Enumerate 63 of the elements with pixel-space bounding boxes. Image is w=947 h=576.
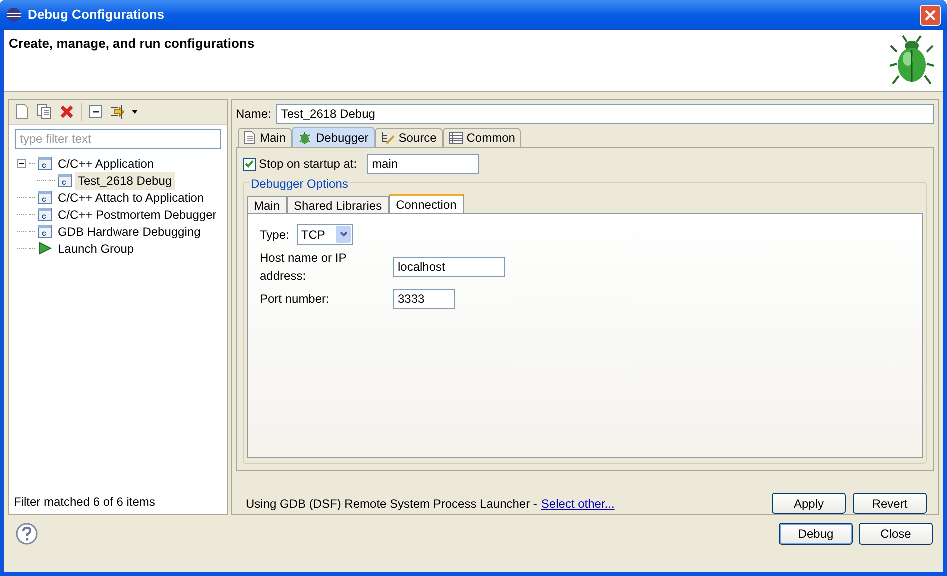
field-label: Type:: [260, 226, 290, 244]
field-label: Host name or IP address:: [260, 250, 348, 285]
window-title: Debug Configurations: [28, 6, 166, 24]
new-button[interactable]: [15, 104, 31, 120]
name-label: Name:: [236, 106, 272, 123]
tab[interactable]: Debugger: [292, 127, 375, 147]
filter-field[interactable]: type filter text: [15, 129, 221, 149]
select-other-link[interactable]: Select other...: [541, 494, 615, 512]
panel-button[interactable]: Apply: [772, 493, 846, 514]
type-dropdown[interactable]: TCP: [297, 224, 354, 245]
filter-button[interactable]: [110, 104, 126, 120]
duplicate-icon: [37, 104, 53, 120]
play-icon: [38, 242, 52, 255]
collapse-button[interactable]: [88, 104, 104, 120]
tree-item[interactable]: Test_2618 Debug: [75, 172, 176, 190]
filter-icon: [110, 104, 126, 120]
collapse-icon: [88, 104, 104, 120]
tab[interactable]: Source: [374, 128, 443, 147]
launcher-text: Using GDB (DSF) Remote System Process Launcher -: [246, 496, 538, 512]
c-file-icon: c: [38, 191, 52, 204]
name-field[interactable]: Test_2618 Debug: [276, 104, 934, 124]
dialog-button[interactable]: Debug: [779, 523, 853, 545]
field-label: Port number:: [260, 291, 330, 308]
port-field[interactable]: 3333: [393, 289, 455, 309]
table-icon: [448, 132, 463, 144]
help-icon: [16, 523, 38, 545]
check-icon: [245, 160, 254, 168]
tree-item[interactable]: C/C++ Application: [55, 154, 158, 172]
host-field[interactable]: localhost: [393, 257, 505, 277]
tab[interactable]: Shared Libraries: [287, 196, 390, 213]
dropdown-button[interactable]: [132, 110, 138, 114]
c-file-icon: c: [38, 225, 52, 238]
minus-icon: [19, 161, 24, 166]
source-icon: [380, 131, 395, 145]
tab[interactable]: Main: [247, 196, 288, 213]
delete-icon: [59, 104, 75, 120]
stop-on-startup-checkbox[interactable]: Stop on startup at:: [243, 155, 358, 173]
tab[interactable]: Connection: [389, 194, 464, 213]
bug-icon: [298, 130, 312, 144]
close-icon: [925, 10, 936, 20]
app-icon: [6, 7, 22, 23]
c-file-icon: c: [38, 208, 52, 221]
c-file-icon: c: [58, 174, 72, 187]
collapse-toggle[interactable]: [17, 159, 26, 168]
delete-button[interactable]: [59, 104, 75, 120]
c-file-icon: c: [38, 157, 52, 170]
tab[interactable]: Common: [442, 128, 522, 147]
filter-status: Filter matched 6 of 6 items: [13, 494, 156, 511]
document-icon: [244, 131, 256, 145]
close-button[interactable]: [920, 4, 941, 26]
duplicate-button[interactable]: [37, 104, 53, 120]
tree-item[interactable]: C/C++ Postmortem Debugger: [55, 206, 220, 224]
panel-button[interactable]: Revert: [853, 493, 927, 514]
startup-field[interactable]: main: [367, 154, 480, 174]
header-title: Create, manage, and run configurations: [9, 35, 255, 53]
tab[interactable]: Main: [238, 128, 292, 147]
new-icon: [15, 104, 31, 120]
dialog-button[interactable]: Close: [859, 523, 933, 545]
caret-icon: [132, 110, 138, 114]
tree-item[interactable]: Launch Group: [55, 240, 138, 258]
tree-item[interactable]: GDB Hardware Debugging: [55, 222, 204, 240]
tree-item[interactable]: C/C++ Attach to Application: [55, 188, 208, 206]
chevron-down-icon: [340, 232, 348, 237]
